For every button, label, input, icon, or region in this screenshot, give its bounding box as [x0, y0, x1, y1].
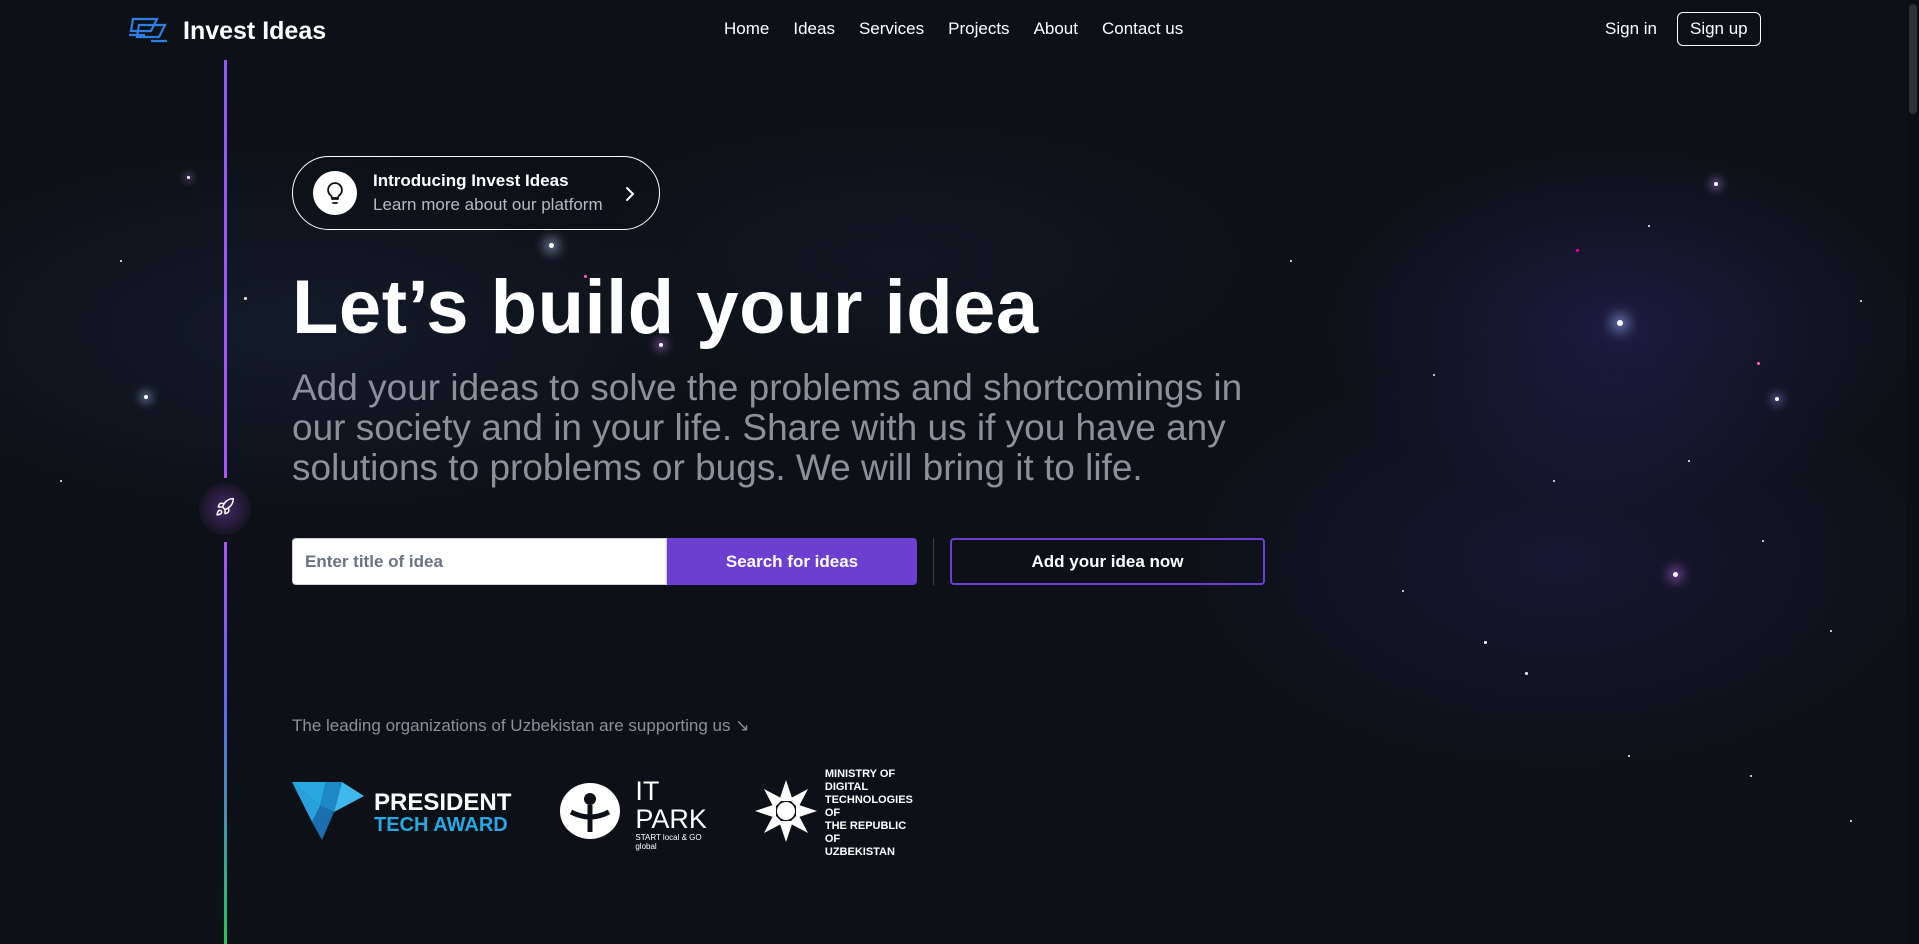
timeline-line-bottom	[224, 542, 227, 944]
hero-title: Let’s build your idea	[292, 265, 1039, 350]
rocket-icon	[215, 497, 235, 522]
nav-services[interactable]: Services	[859, 19, 924, 39]
search-bar: Search for ideas Add your idea now	[292, 538, 1265, 585]
auth-actions: Sign in Sign up	[1605, 12, 1761, 46]
add-idea-button[interactable]: Add your idea now	[950, 538, 1265, 585]
ministry-logo: MINISTRY OF DIGITAL TECHNOLOGIES OF THE …	[754, 768, 913, 859]
ministry-line-1: MINISTRY OF	[824, 768, 896, 780]
search-ideas-button[interactable]: Search for ideas	[667, 538, 917, 585]
bird-icon	[292, 782, 364, 845]
brand-name: Invest Ideas	[183, 17, 327, 45]
pta-line-2: TECH AWARD	[374, 813, 508, 836]
nav-contact[interactable]: Contact us	[1102, 19, 1183, 39]
president-tech-award-logo: PRESIDENT TECH AWARD	[292, 782, 511, 845]
pta-line-1: PRESIDENT	[374, 788, 512, 816]
search-divider	[933, 538, 934, 585]
nav-projects[interactable]: Projects	[948, 19, 1009, 39]
intro-pill[interactable]: Introducing Invest Ideas Learn more abou…	[292, 156, 660, 230]
page-scrollbar[interactable]	[1907, 0, 1919, 944]
brand-logo[interactable]: Invest Ideas	[127, 13, 326, 50]
timeline-line-top	[224, 60, 227, 478]
ministry-line-2: DIGITAL TECHNOLOGIES OF	[824, 781, 913, 819]
rocket-marker	[199, 483, 251, 535]
main-nav: Home Ideas Services Projects About Conta…	[724, 19, 1183, 39]
top-navbar: Invest Ideas Home Ideas Services Project…	[0, 0, 1907, 58]
nav-ideas[interactable]: Ideas	[793, 19, 835, 39]
nav-about[interactable]: About	[1034, 19, 1078, 39]
sign-in-link[interactable]: Sign in	[1605, 19, 1657, 39]
ministry-star-emblem-icon	[754, 779, 817, 848]
it-park-emblem-icon	[559, 782, 621, 845]
partner-logos: PRESIDENT TECH AWARD IT PARK START local…	[292, 768, 913, 859]
it-park-logo: IT PARK START local & GO global	[559, 777, 707, 851]
intro-title: Introducing Invest Ideas	[373, 171, 569, 190]
ministry-line-3: THE REPUBLIC OF UZBEKISTAN	[824, 820, 907, 858]
sign-up-button[interactable]: Sign up	[1676, 12, 1761, 46]
chevron-right-icon	[623, 185, 637, 208]
intro-subtitle: Learn more about our platform	[373, 195, 603, 214]
hero-lead: Add your ideas to solve the problems and…	[292, 367, 1243, 488]
it-park-tagline: START local & GO global	[635, 832, 702, 851]
supporting-text: The leading organizations of Uzbekistan …	[292, 716, 750, 735]
lightbulb-icon	[313, 171, 357, 215]
idea-search-input[interactable]	[292, 538, 667, 585]
it-park-title: IT PARK	[635, 775, 707, 834]
logo-icon	[127, 13, 173, 50]
nav-home[interactable]: Home	[724, 19, 769, 39]
scrollbar-thumb[interactable]	[1909, 4, 1917, 114]
